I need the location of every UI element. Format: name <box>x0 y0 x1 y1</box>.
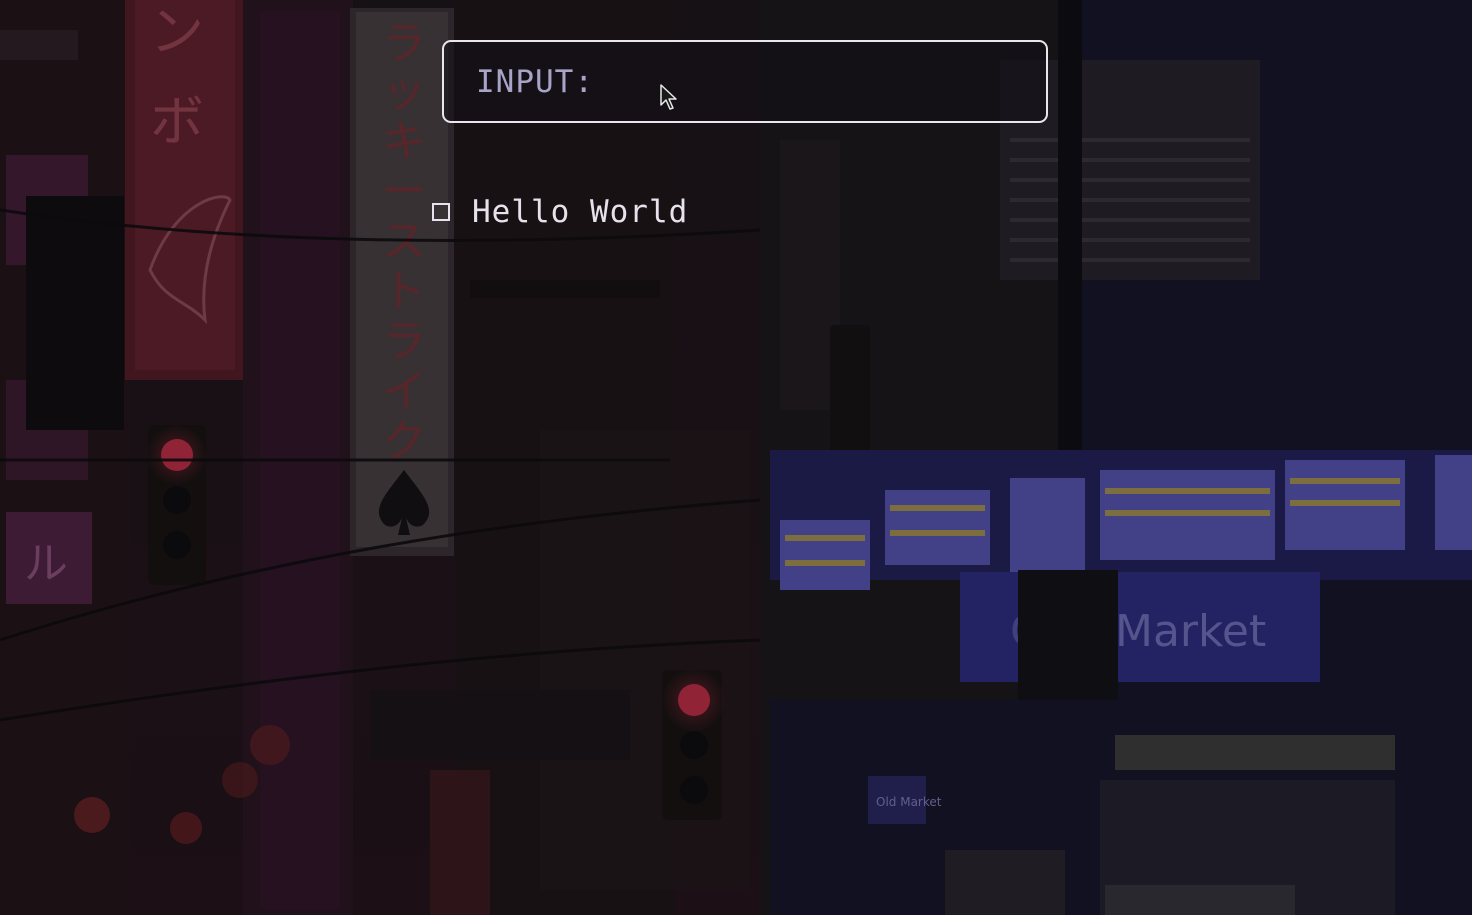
todo-item[interactable]: Hello World <box>432 190 688 234</box>
input-box[interactable]: INPUT: <box>442 40 1048 123</box>
mouse-pointer-icon <box>660 84 677 110</box>
todo-item-label: Hello World <box>472 194 689 230</box>
desktop-wallpaper: ル ン ボ ラ ッ キ ー ス ト ラ イ ク Market Old Marke… <box>0 0 1472 915</box>
wallpaper-street-scene: ル ン ボ ラ ッ キ ー ス ト ラ イ ク Market Old Marke… <box>0 0 1472 915</box>
todo-checkbox[interactable] <box>432 203 450 221</box>
input-prompt-label: INPUT: <box>476 64 594 100</box>
